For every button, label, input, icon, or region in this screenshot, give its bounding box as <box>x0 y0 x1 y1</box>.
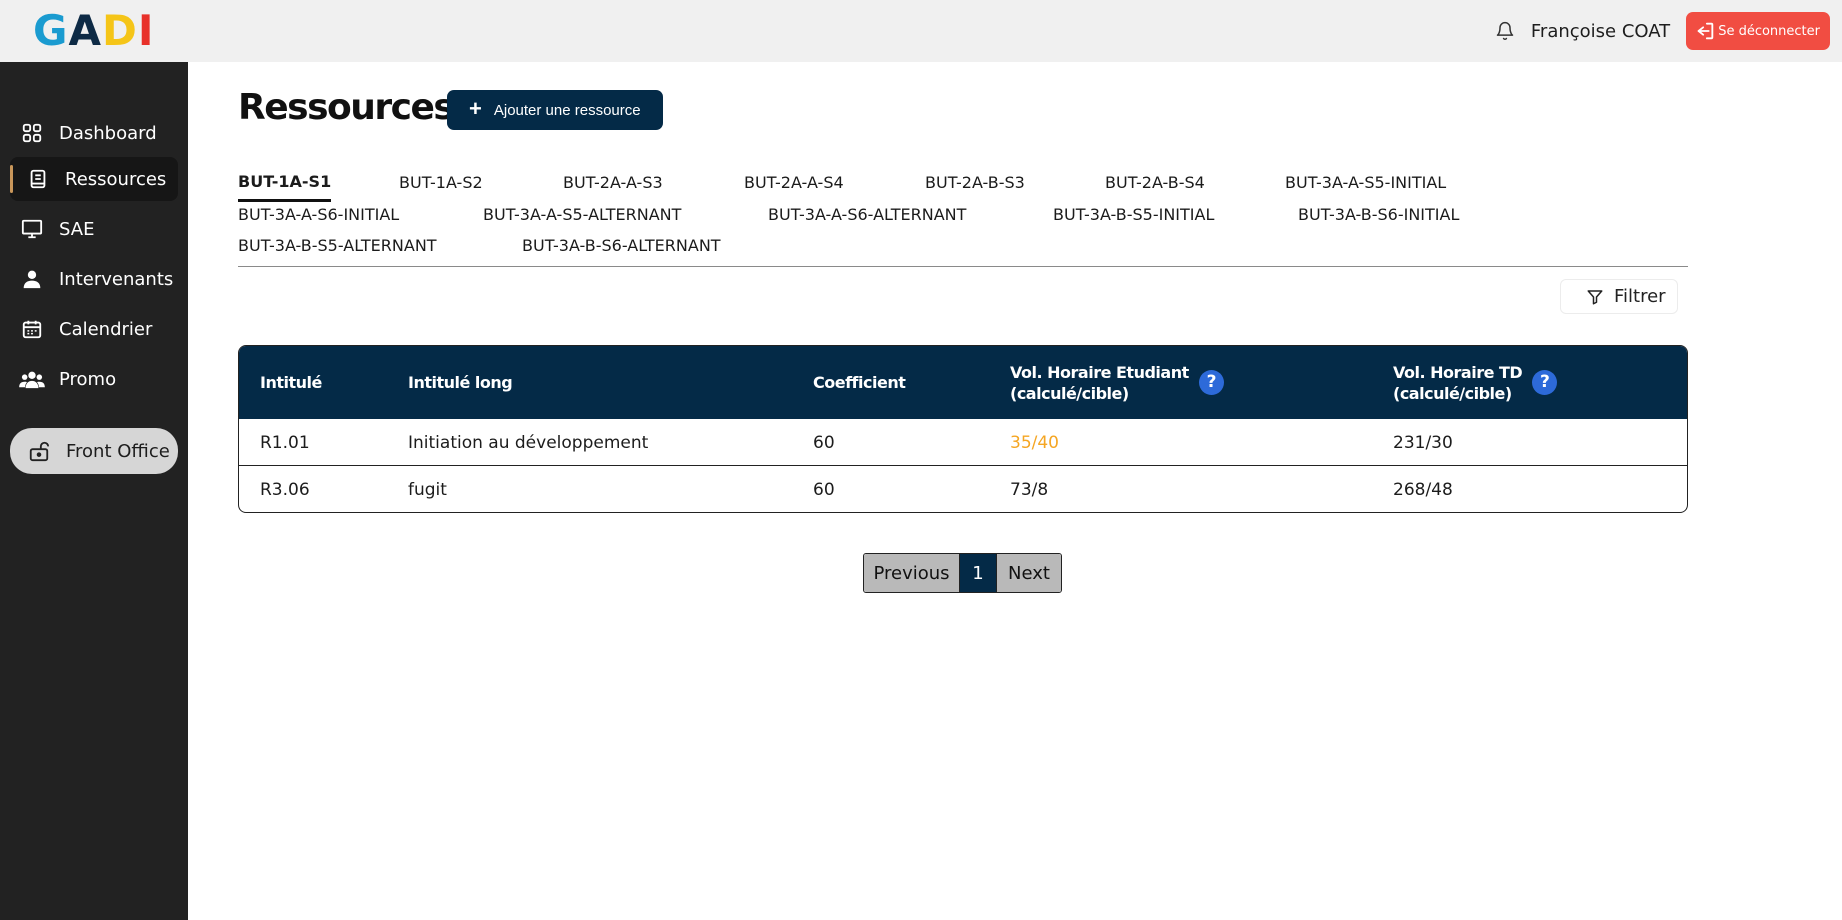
user-icon <box>19 266 45 292</box>
top-bar: GADI Françoise COAT Se déconnecter <box>0 0 1842 62</box>
sidebar-item-label: Intervenants <box>59 268 174 290</box>
header-label: Intitulé long <box>408 373 513 392</box>
column-header-coefficient[interactable]: Coefficient <box>813 346 906 419</box>
logo-letter: D <box>102 6 138 55</box>
table-row[interactable]: R1.01 Initiation au développement 60 35/… <box>239 419 1687 466</box>
table-header: Intitulé Intitulé long Coefficient Vol. … <box>239 346 1687 419</box>
front-office-label: Front Office <box>66 440 170 462</box>
pagination: Previous 1 Next <box>863 553 1062 593</box>
group-icon <box>19 366 45 392</box>
tab-but-2a-b-s3[interactable]: BUT-2A-B-S3 <box>925 173 1025 192</box>
cell-vol-etudiant: 35/40 <box>1010 432 1059 453</box>
help-icon[interactable]: ? <box>1198 370 1224 395</box>
header-user-area: Françoise COAT Se déconnecter <box>1495 12 1830 50</box>
lock-icon <box>26 438 52 464</box>
current-page-button[interactable]: 1 <box>960 554 997 592</box>
tab-but-3a-a-s6-alternant[interactable]: BUT-3A-A-S6-ALTERNANT <box>768 205 966 224</box>
logout-label: Se déconnecter <box>1718 23 1820 39</box>
filter-button[interactable]: Filtrer <box>1560 279 1678 314</box>
tab-but-3a-b-s6-alternant[interactable]: BUT-3A-B-S6-ALTERNANT <box>522 236 721 255</box>
front-office-button[interactable]: Front Office <box>10 428 178 474</box>
calendar-icon <box>19 316 45 342</box>
tab-but-1a-s2[interactable]: BUT-1A-S2 <box>399 173 483 192</box>
tab-but-3a-b-s5-initial[interactable]: BUT-3A-B-S5-INITIAL <box>1053 205 1214 224</box>
column-header-vol-etudiant[interactable]: Vol. Horaire Etudiant (calculé/cible) ? <box>1010 346 1224 419</box>
previous-page-button[interactable]: Previous <box>864 554 960 592</box>
tab-but-3a-b-s6-initial[interactable]: BUT-3A-B-S6-INITIAL <box>1298 205 1459 224</box>
tab-but-2a-a-s4[interactable]: BUT-2A-A-S4 <box>744 173 844 192</box>
sidebar-item-promo[interactable]: Promo <box>10 357 178 401</box>
sidebar-item-intervenants[interactable]: Intervenants <box>10 257 178 301</box>
sidebar-item-label: Promo <box>59 368 117 390</box>
monitor-icon <box>19 216 45 242</box>
add-resource-label: Ajouter une ressource <box>493 101 641 119</box>
sidebar-item-label: Calendrier <box>59 318 153 340</box>
header-label-line2: (calculé/cible) <box>1010 383 1129 403</box>
cell-coefficient: 60 <box>813 432 835 453</box>
tab-but-1a-s1[interactable]: BUT-1A-S1 <box>238 172 332 202</box>
sidebar-item-dashboard[interactable]: Dashboard <box>10 111 178 155</box>
tab-but-3a-a-s5-alternant[interactable]: BUT-3A-A-S5-ALTERNANT <box>483 205 681 224</box>
dashboard-grid-icon <box>19 120 45 146</box>
logo-letter: G <box>33 6 69 55</box>
filter-label: Filtrer <box>1614 286 1666 307</box>
cell-vol-td: 231/30 <box>1393 432 1453 453</box>
help-icon[interactable]: ? <box>1532 370 1558 395</box>
user-name: Françoise COAT <box>1530 20 1671 42</box>
tab-but-3a-a-s5-initial[interactable]: BUT-3A-A-S5-INITIAL <box>1285 173 1446 192</box>
column-header-intitule-long[interactable]: Intitulé long <box>408 346 513 419</box>
header-label-line2: (calculé/cible) <box>1393 383 1512 403</box>
logout-button[interactable]: Se déconnecter <box>1686 12 1830 50</box>
sidebar-item-label: Dashboard <box>59 122 157 144</box>
sidebar-item-label: SAE <box>59 218 95 240</box>
tabs-divider <box>238 266 1688 267</box>
resources-table: Intitulé Intitulé long Coefficient Vol. … <box>238 345 1688 513</box>
table-row[interactable]: R3.06 fugit 60 73/8 268/48 <box>239 466 1687 512</box>
next-page-button[interactable]: Next <box>997 554 1061 592</box>
sidebar-item-ressources[interactable]: Ressources <box>10 157 178 201</box>
header-label: Vol. Horaire TD (calculé/cible) <box>1393 362 1523 404</box>
add-resource-button[interactable]: + Ajouter une ressource <box>447 90 663 130</box>
filter-icon <box>1587 289 1603 304</box>
sidebar-item-label: Ressources <box>65 168 167 190</box>
book-icon <box>25 166 51 192</box>
logout-icon <box>1697 22 1714 40</box>
tab-but-3a-a-s6-initial[interactable]: BUT-3A-A-S6-INITIAL <box>238 205 399 224</box>
bell-icon[interactable] <box>1495 20 1515 42</box>
tab-but-2a-a-s3[interactable]: BUT-2A-A-S3 <box>563 173 663 192</box>
column-header-vol-td[interactable]: Vol. Horaire TD (calculé/cible) ? <box>1393 346 1558 419</box>
page-title: Ressources <box>238 87 455 128</box>
cell-intitule: R3.06 <box>260 479 310 500</box>
sidebar: Dashboard Ressources SAE Intervenants Ca… <box>0 62 188 920</box>
tab-but-2a-b-s4[interactable]: BUT-2A-B-S4 <box>1105 173 1205 192</box>
cell-intitule: R1.01 <box>260 432 310 453</box>
semester-tabs: BUT-1A-S1 BUT-1A-S2 BUT-2A-A-S3 BUT-2A-A… <box>238 168 1688 266</box>
sidebar-item-calendrier[interactable]: Calendrier <box>10 307 178 351</box>
column-header-intitule[interactable]: Intitulé <box>260 346 322 419</box>
cell-vol-td: 268/48 <box>1393 479 1453 500</box>
header-label-line1: Vol. Horaire TD <box>1393 362 1523 382</box>
cell-coefficient: 60 <box>813 479 835 500</box>
header-label: Coefficient <box>813 373 906 392</box>
cell-vol-etudiant: 73/8 <box>1010 479 1049 500</box>
logo-letter: A <box>68 6 102 55</box>
app-logo[interactable]: GADI <box>33 8 155 54</box>
header-label: Vol. Horaire Etudiant (calculé/cible) <box>1010 362 1189 404</box>
cell-intitule-long: Initiation au développement <box>408 432 649 453</box>
plus-icon: + <box>469 95 482 121</box>
tab-but-3a-b-s5-alternant[interactable]: BUT-3A-B-S5-ALTERNANT <box>238 236 437 255</box>
header-label: Intitulé <box>260 373 322 392</box>
logo-letter: I <box>137 6 155 55</box>
cell-intitule-long: fugit <box>408 479 447 500</box>
header-label-line1: Vol. Horaire Etudiant <box>1010 362 1189 382</box>
sidebar-item-sae[interactable]: SAE <box>10 207 178 251</box>
